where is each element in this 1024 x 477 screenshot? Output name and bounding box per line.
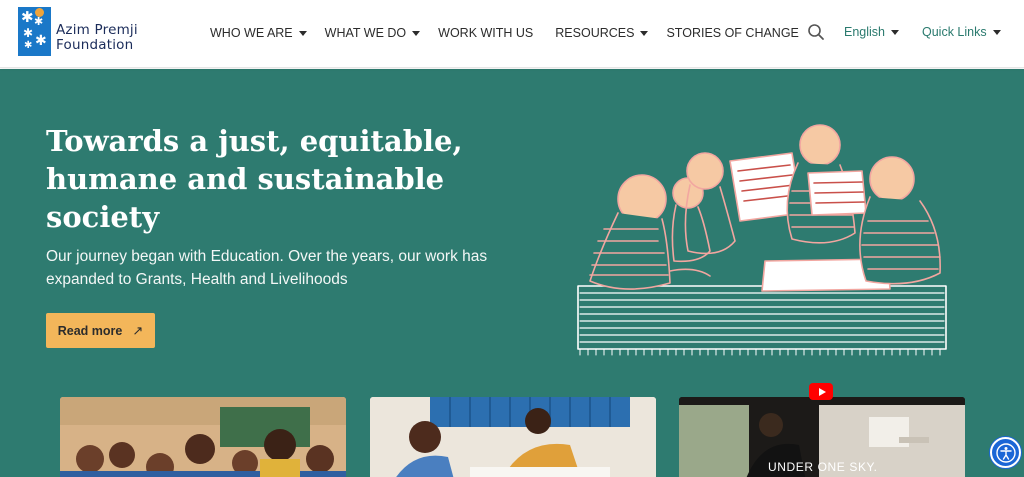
site-header: ✱ ✱ ✱ ✱ ✱ Azim Premji Foundation WHO WE … [0,0,1024,68]
caret-down-icon [412,30,421,36]
caret-down-icon [891,29,899,35]
accessibility-icon[interactable] [990,437,1021,468]
language-label: English [844,25,885,39]
read-more-label: Read more [57,323,123,338]
students-classroom-photo[interactable] [60,397,346,477]
quick-links-label: Quick Links [922,25,987,39]
arrow-up-right-icon: ↗ [132,322,144,338]
caret-down-icon [298,30,307,36]
nav-item-what-we-do[interactable]: WHAT WE DO [324,26,421,40]
foundation-logo[interactable]: ✱ ✱ ✱ ✱ ✱ Azim Premji Foundation [18,7,138,56]
nav-item-label: STORIES OF CHANGE [666,26,799,40]
logo-text: Azim Premji Foundation [56,21,138,53]
hero-subtitle: Our journey began with Education. Over t… [46,248,488,288]
teacher-meeting-photo[interactable] [370,397,656,477]
hero-title: Towards a just, equitable, humane and su… [46,124,463,234]
nav-item-label: WHAT WE DO [324,26,407,40]
read-more-button[interactable]: Read more ↗ [46,313,155,348]
nav-item-who-we-are[interactable]: WHO WE ARE [210,26,307,40]
caret-down-icon [992,29,1001,35]
youtube-play-icon[interactable] [809,383,833,400]
main-navigation: WHO WE ARE WHAT WE DO WORK WITH US RESOU… [210,26,821,40]
quick-links-menu[interactable]: Quick Links [922,25,1001,39]
language-selector[interactable]: English [844,25,899,39]
video-caption: UNDER ONE SKY. [768,460,878,474]
search-icon[interactable] [807,23,825,41]
children-reading-illustration [577,124,947,356]
logo-text-line1: Azim Premji [56,21,138,38]
nav-item-resources[interactable]: RESOURCES [555,26,649,40]
nav-item-stories-of-change[interactable]: STORIES OF CHANGE [666,26,798,40]
logo-text-line2: Foundation [56,36,134,53]
nav-item-work-with-us[interactable]: WORK WITH US [438,26,533,40]
nav-item-label: WHO WE ARE [210,26,293,40]
caret-down-icon [640,30,649,36]
logo-mark-icon: ✱ ✱ ✱ ✱ ✱ [18,7,51,56]
nav-item-label: RESOURCES [555,26,635,40]
nav-item-label: WORK WITH US [438,26,534,40]
hero-section: Towards a just, equitable, humane and su… [0,69,1024,477]
